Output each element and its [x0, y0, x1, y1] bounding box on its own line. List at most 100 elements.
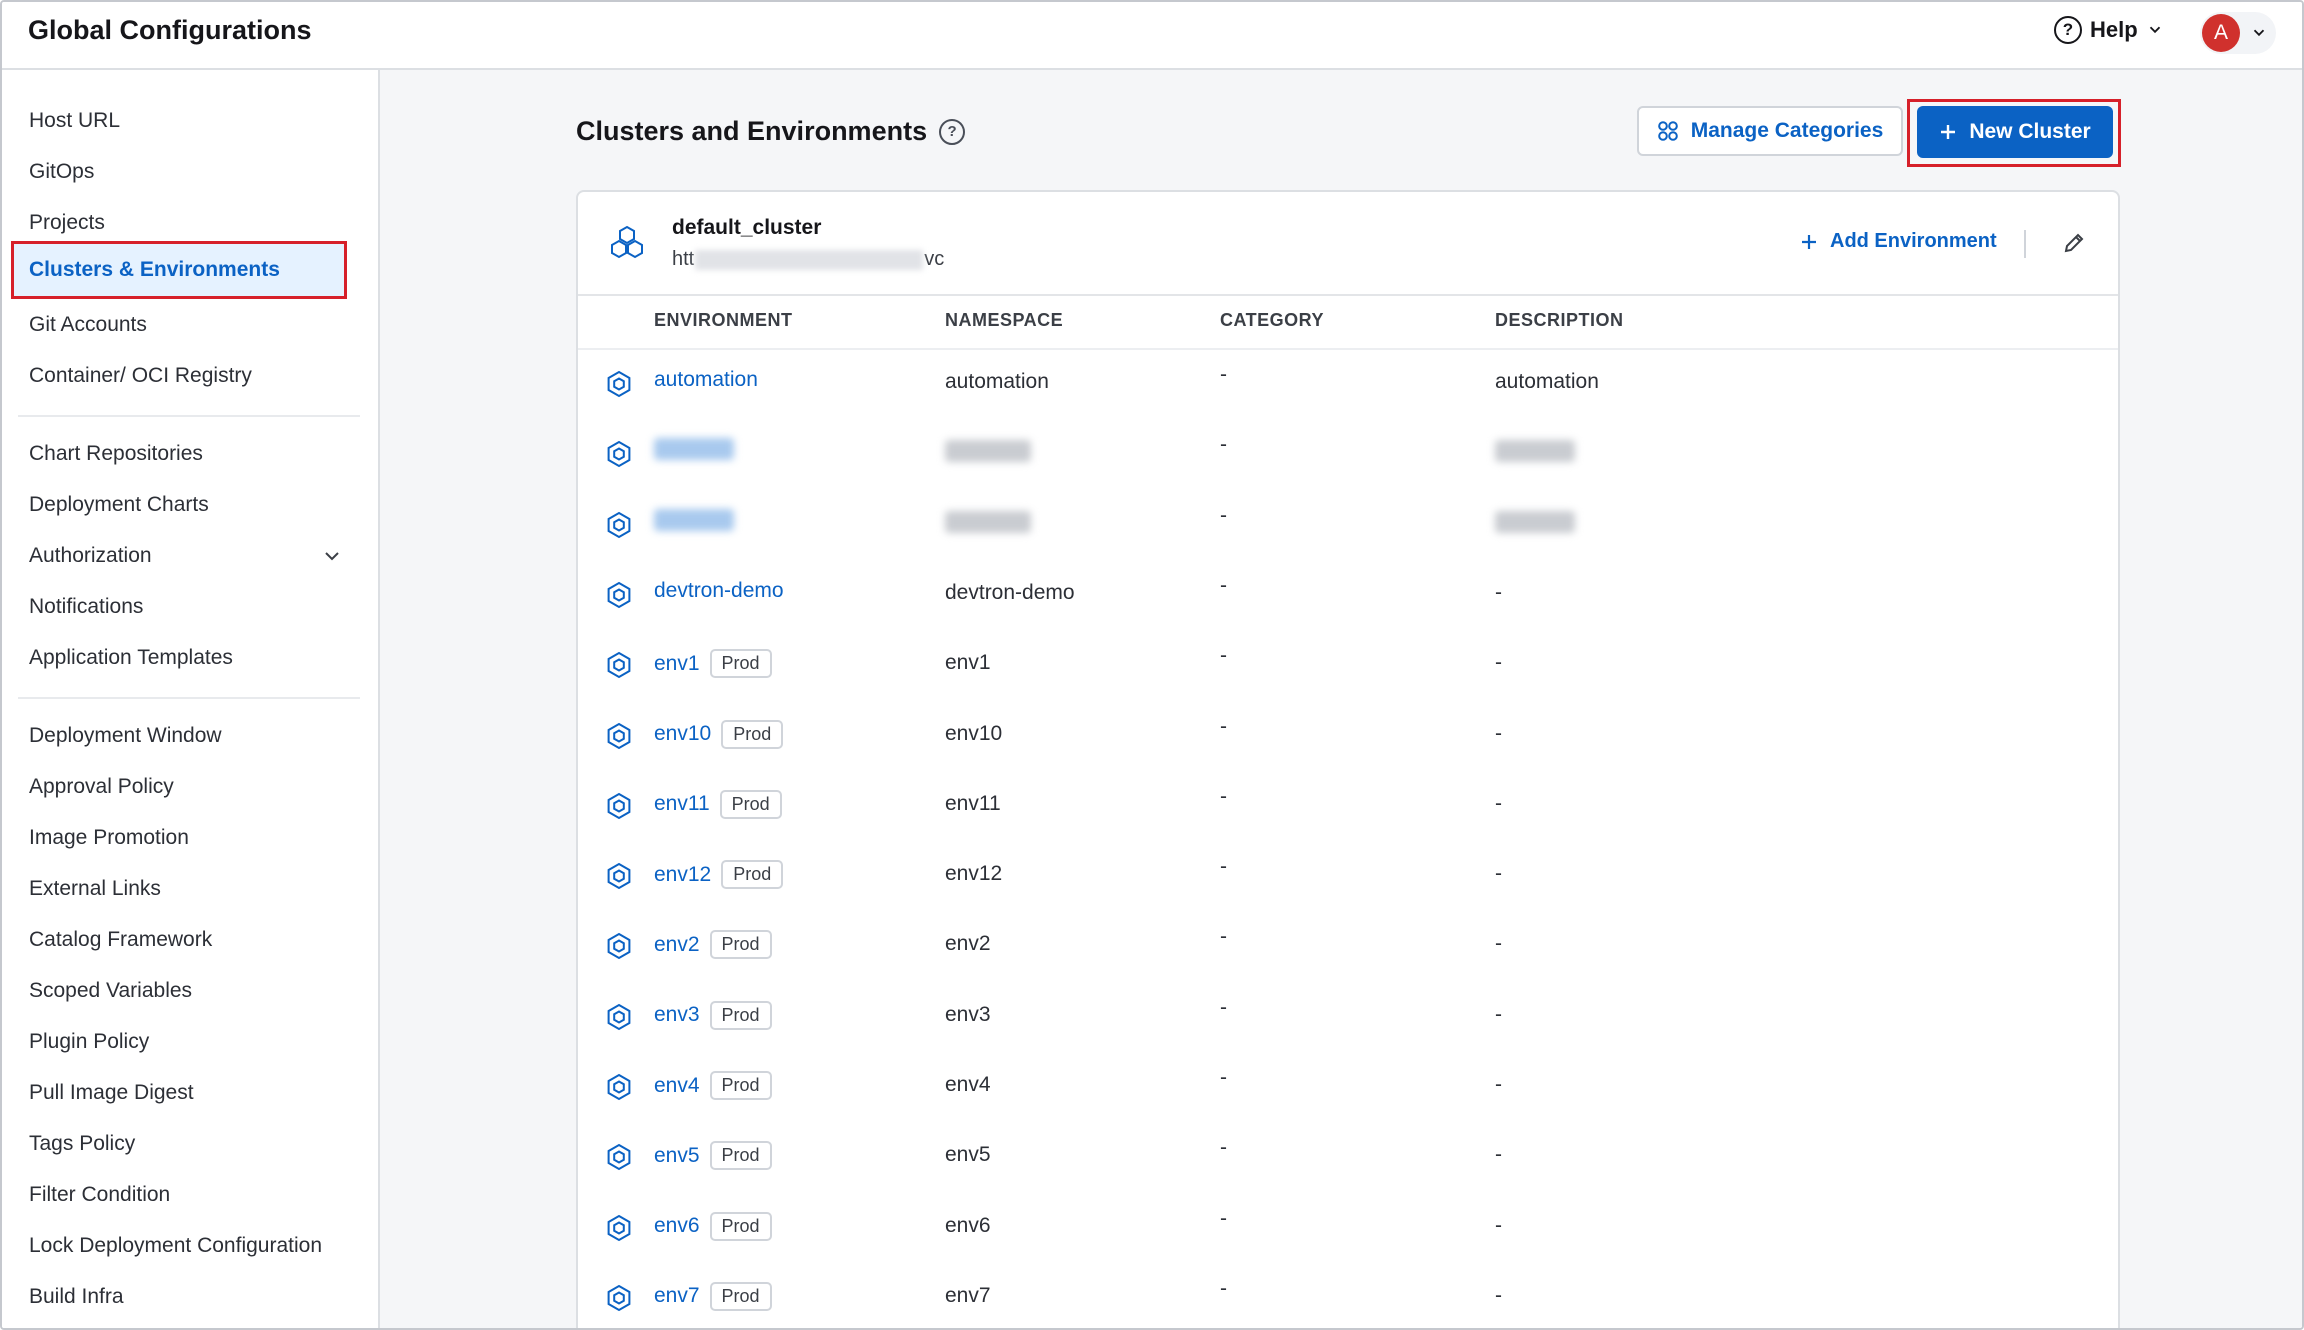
new-cluster-button[interactable]: New Cluster [1917, 106, 2113, 158]
sidebar-item-deployment-charts[interactable]: Deployment Charts [29, 490, 209, 520]
namespace-value: env4 [945, 1073, 991, 1096]
environment-tag: Prod [721, 860, 784, 890]
environment-link[interactable]: automation [654, 368, 758, 392]
table-row[interactable]: env12 Prod env12 - - [578, 841, 2118, 911]
category-value: - [1220, 1066, 1227, 1089]
sidebar-item-tags-policy[interactable]: Tags Policy [29, 1129, 135, 1159]
sidebar-item-deployment-window[interactable]: Deployment Window [29, 721, 222, 751]
category-value: - [1220, 433, 1227, 457]
help-menu[interactable]: ? Help [2054, 16, 2164, 44]
namespace-cell: env4 [945, 1073, 991, 1097]
namespace-cell: env3 [945, 1003, 991, 1027]
table-row[interactable]: env2 Prod env2 - - [578, 911, 2118, 981]
edit-icon[interactable] [2061, 230, 2087, 256]
environment-link[interactable]: env6 [654, 1214, 700, 1238]
table-row[interactable]: automation automation - automation [578, 349, 2118, 419]
sidebar-item-container-registry[interactable]: Container/ OCI Registry [29, 361, 252, 391]
table-row[interactable]: env4 Prod env4 - - [578, 1052, 2118, 1122]
description-cell: - [1495, 1284, 1502, 1308]
description-value: - [1495, 932, 1502, 956]
namespace-cell: env5 [945, 1143, 991, 1167]
description-cell: - [1495, 862, 1502, 886]
manage-categories-button[interactable]: Manage Categories [1637, 106, 1903, 156]
plus-icon [1802, 234, 1816, 249]
description-value: - [1495, 651, 1502, 675]
chevron-down-icon[interactable] [322, 546, 342, 566]
category-value: - [1220, 573, 1227, 597]
sidebar-item-clusters-environments[interactable]: Clusters & Environments [11, 241, 347, 299]
sidebar-item-application-templates[interactable]: Application Templates [29, 643, 233, 673]
table-row[interactable]: env11 Prod env11 - - [578, 771, 2118, 841]
redacted-description [1495, 510, 1575, 533]
sidebar-item-scoped-variables[interactable]: Scoped Variables [29, 976, 192, 1006]
table-row[interactable]: - [578, 490, 2118, 560]
environment-link[interactable]: env7 [654, 1284, 700, 1308]
user-menu[interactable]: A [2200, 12, 2276, 54]
sidebar-item-external-links[interactable]: External Links [29, 874, 161, 904]
environment-icon [607, 370, 631, 398]
table-row[interactable]: env10 Prod env10 - - [578, 701, 2118, 771]
table-row[interactable]: env3 Prod env3 - - [578, 982, 2118, 1052]
namespace-cell: env6 [945, 1214, 991, 1238]
environment-tag: Prod [709, 1141, 772, 1171]
category-value: - [1220, 363, 1227, 386]
help-circle-icon[interactable]: ? [939, 118, 966, 145]
table-row[interactable]: env7 Prod env7 - - [578, 1263, 2118, 1328]
category-value: - [1220, 1206, 1227, 1230]
environment-link[interactable]: env5 [654, 1144, 700, 1168]
environment-link[interactable]: env2 [654, 933, 700, 957]
sidebar-item-git-accounts[interactable]: Git Accounts [29, 310, 147, 340]
namespace-cell: devtron-demo [945, 581, 1075, 605]
sidebar-item-authorization[interactable]: Authorization [29, 541, 152, 571]
sidebar-item-projects[interactable]: Projects [29, 208, 105, 238]
category-value: - [1220, 855, 1227, 879]
environment-tag: Prod [721, 719, 784, 749]
avatar: A [2202, 14, 2240, 52]
environment-link[interactable]: env10 [654, 722, 711, 746]
environment-link[interactable]: devtron-demo [654, 579, 784, 603]
environment-cell: env12 Prod [654, 860, 784, 890]
app-title: Global Configurations [28, 15, 312, 45]
cluster-card: default_cluster htt vc Add Environment E… [576, 190, 2120, 1328]
table-row[interactable]: env1 Prod env1 - - [578, 630, 2118, 700]
table-row[interactable]: env5 Prod env5 - - [578, 1122, 2118, 1192]
app-window: Global Configurations ? Help A Host URL … [0, 0, 2304, 1330]
namespace-value: env6 [945, 1213, 991, 1237]
categories-icon [1657, 121, 1678, 141]
chevron-down-icon [2253, 29, 2265, 37]
sidebar-item-filter-condition[interactable]: Filter Condition [29, 1180, 170, 1210]
environment-tag: Prod [709, 1281, 772, 1311]
table-row[interactable]: devtron-demo devtron-demo - - [578, 560, 2118, 630]
sidebar-item-host-url[interactable]: Host URL [29, 106, 120, 136]
environment-link[interactable]: env1 [654, 652, 700, 676]
sidebar-item-approval-policy[interactable]: Approval Policy [29, 772, 174, 802]
add-environment-button[interactable]: Add Environment [1800, 230, 1997, 253]
sidebar-divider [18, 697, 360, 699]
description-cell: - [1495, 1143, 1502, 1167]
environment-link[interactable]: env11 [654, 792, 710, 816]
environment-link[interactable]: env3 [654, 1003, 700, 1027]
environment-link[interactable]: env4 [654, 1074, 700, 1098]
sidebar-item-notifications[interactable]: Notifications [29, 592, 143, 622]
sidebar-item-catalog-framework[interactable]: Catalog Framework [29, 925, 212, 955]
namespace-value: devtron-demo [945, 580, 1075, 604]
sidebar-item-image-promotion[interactable]: Image Promotion [29, 823, 189, 853]
environment-cell: env4 Prod [654, 1071, 772, 1100]
category-value: - [1220, 644, 1227, 668]
table-header: ENVIRONMENT NAMESPACE CATEGORY DESCRIPTI… [578, 294, 2118, 350]
sidebar-item-lock-deployment-configuration[interactable]: Lock Deployment Configuration [29, 1231, 322, 1261]
sidebar-item-pull-image-digest[interactable]: Pull Image Digest [29, 1078, 194, 1108]
environment-link[interactable]: env12 [654, 863, 711, 887]
sidebar-item-gitops[interactable]: GitOps [29, 157, 94, 187]
namespace-value: env10 [945, 721, 1003, 745]
table-row[interactable]: - [578, 419, 2118, 489]
namespace-value: env5 [945, 1143, 991, 1167]
sidebar-item-chart-repositories[interactable]: Chart Repositories [29, 439, 203, 469]
description-cell: - [1495, 1003, 1502, 1027]
sidebar-item-plugin-policy[interactable]: Plugin Policy [29, 1027, 149, 1057]
namespace-value: env3 [945, 1002, 991, 1026]
sidebar-item-build-infra[interactable]: Build Infra [29, 1282, 124, 1312]
description-cell: - [1495, 792, 1502, 816]
environment-icon [607, 792, 631, 819]
table-row[interactable]: env6 Prod env6 - - [578, 1193, 2118, 1263]
